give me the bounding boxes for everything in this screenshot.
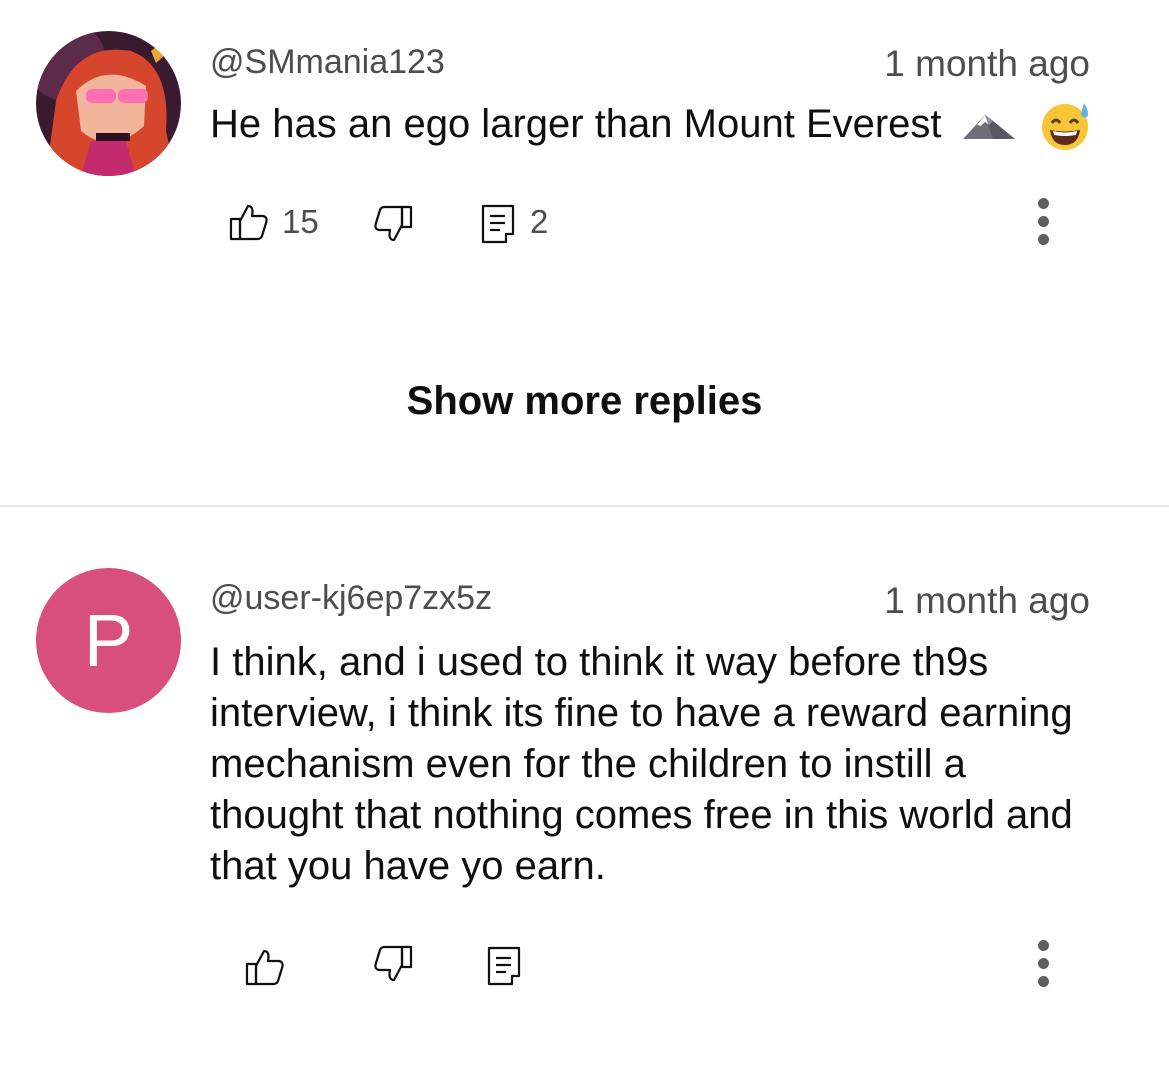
thumb-up-icon[interactable] [228,200,272,244]
comment-text: He has an ego larger than Mount Everest [210,99,1110,151]
comment-author-handle[interactable]: @SMmania123 [210,42,445,82]
comment-timestamp: 1 month ago [884,43,1090,84]
comment-2: P @user-kj6ep7zx5z 1 month ago I think, … [0,507,1169,1065]
more-options-icon[interactable] [1029,938,1059,994]
thumb-down-icon[interactable] [370,202,414,246]
reply-count: 2 [530,203,549,240]
comment-author-handle[interactable]: @user-kj6ep7zx5z [210,578,492,618]
grinning-sweat-emoji [1040,101,1092,151]
comment-text: I think, and i used to think it way befo… [210,640,1073,888]
comment-1: @SMmania123 1 month ago He has an ego la… [0,0,1169,300]
reply-icon[interactable] [484,944,528,988]
thumb-up-icon[interactable] [244,945,288,989]
comment-timestamp: 1 month ago [884,580,1090,621]
more-options-icon[interactable] [1029,196,1059,252]
reply-icon[interactable] [478,202,522,246]
show-more-replies-button[interactable]: Show more replies [0,377,1169,425]
comment-actions: 15 2 [210,200,1090,248]
comment-text-content: He has an ego larger than Mount Everest [210,102,942,146]
comment-actions [210,940,1090,988]
thumb-down-icon[interactable] [370,942,414,986]
like-count: 15 [282,203,319,240]
mountain-emoji [962,111,1015,141]
avatar[interactable] [36,31,181,176]
avatar[interactable]: P [36,568,181,713]
